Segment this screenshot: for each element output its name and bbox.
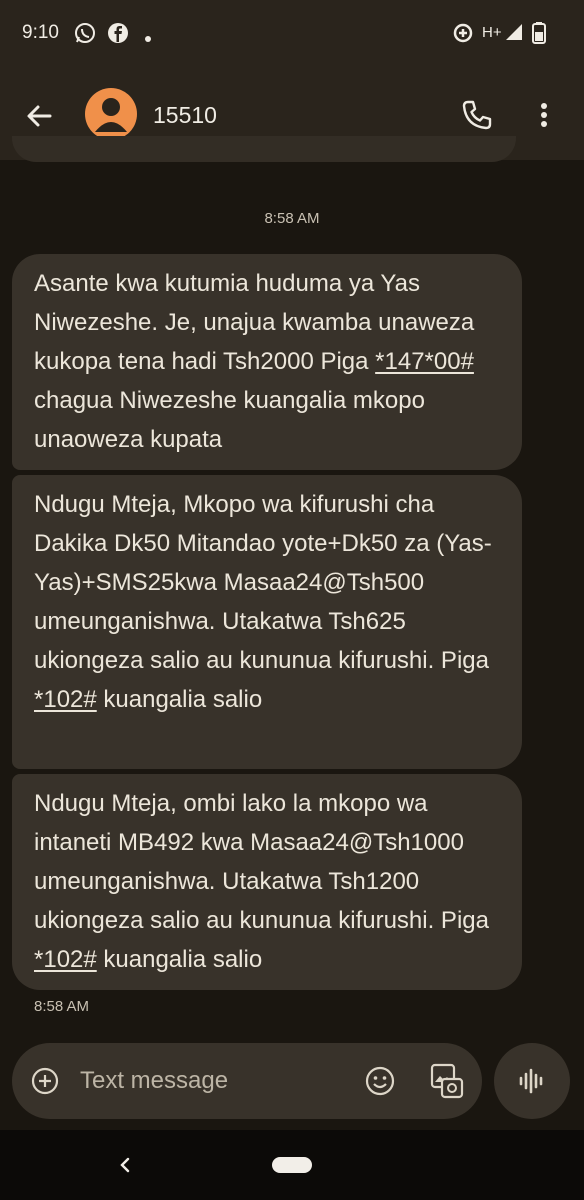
data-saver-icon xyxy=(452,22,474,49)
waveform-icon xyxy=(519,1068,543,1094)
status-time: 9:10 xyxy=(22,22,59,43)
network-type: H+ xyxy=(482,24,502,41)
ussd-code-link[interactable]: *102# xyxy=(34,946,97,973)
nav-back-icon[interactable] xyxy=(116,1156,134,1179)
signal-icon xyxy=(504,22,524,47)
compose-bar: Text message xyxy=(12,1043,482,1119)
previous-message-bubble xyxy=(12,136,516,162)
ussd-code-link[interactable]: *102# xyxy=(34,686,97,713)
navigation-bar xyxy=(0,1130,584,1200)
dot-icon xyxy=(144,30,152,48)
phone-icon[interactable] xyxy=(460,98,494,132)
message-text: Ndugu Mteja, Mkopo wa kifurushi cha Daki… xyxy=(34,491,492,674)
nav-home-pill[interactable] xyxy=(272,1157,312,1173)
facebook-icon xyxy=(107,22,129,49)
message-timestamp: 8:58 AM xyxy=(264,210,320,227)
message-text: kuangalia salio xyxy=(96,686,263,713)
message-text: kuangalia salio xyxy=(96,946,263,973)
emoji-icon[interactable] xyxy=(364,1065,396,1097)
message-bubble[interactable]: Asante kwa kutumia huduma ya Yas Niwezes… xyxy=(12,254,522,470)
battery-icon xyxy=(532,22,546,49)
status-bar: 9:10 H+ xyxy=(0,0,584,68)
voice-message-button[interactable] xyxy=(494,1043,570,1119)
avatar[interactable] xyxy=(85,88,137,140)
message-text: Ndugu Mteja, ombi lako la mkopo wa intan… xyxy=(34,790,489,934)
back-arrow-icon[interactable] xyxy=(22,98,58,134)
gallery-icon[interactable] xyxy=(430,1063,464,1099)
message-bubble[interactable]: Ndugu Mteja, Mkopo wa kifurushi cha Daki… xyxy=(12,475,522,769)
message-bubble[interactable]: Ndugu Mteja, ombi lako la mkopo wa intan… xyxy=(12,774,522,990)
message-timestamp: 8:58 AM xyxy=(34,998,90,1015)
add-circle-icon[interactable] xyxy=(30,1066,60,1096)
message-input[interactable]: Text message xyxy=(80,1067,228,1095)
ussd-code-link[interactable]: *147*00# xyxy=(375,348,474,375)
whatsapp-icon xyxy=(74,22,96,49)
more-vert-icon[interactable] xyxy=(532,98,556,132)
contact-name[interactable]: 15510 xyxy=(153,102,217,129)
message-text: chagua Niwezeshe kuangalia mkopo unaowez… xyxy=(34,387,425,453)
